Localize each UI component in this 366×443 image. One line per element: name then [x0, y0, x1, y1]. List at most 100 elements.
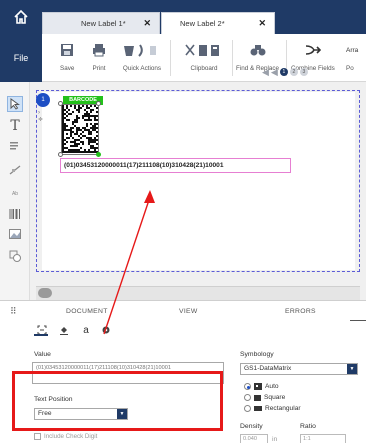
rich-text-tool[interactable]: Ab [7, 186, 23, 202]
selected-tool-indicator [34, 322, 48, 336]
barcode-object[interactable] [61, 104, 99, 155]
clipboard-icon [185, 44, 219, 56]
value-label: Value [34, 351, 51, 358]
shape-square-label: Square [264, 394, 286, 401]
tab-new-label-2[interactable]: New Label 2* ✕ [161, 12, 275, 34]
clipboard-button[interactable]: Clipboard [184, 38, 224, 72]
text-tool[interactable]: T [7, 118, 23, 134]
pointer-icon [10, 98, 20, 110]
save-label: Save [60, 65, 75, 72]
save-button[interactable]: Save [60, 38, 74, 72]
resize-handle[interactable] [96, 101, 101, 106]
density-unit: in [272, 436, 278, 443]
symbology-value: GS1-DataMatrix [244, 365, 292, 372]
ratio-select[interactable]: 1:1 [300, 434, 346, 443]
font-icon: a [83, 324, 89, 336]
shape-tool[interactable] [7, 248, 23, 264]
image-tool[interactable] [7, 226, 23, 242]
binoculars-icon [250, 45, 266, 56]
shape-auto-label: Auto [265, 383, 279, 390]
quick-actions-icon [124, 44, 156, 57]
radio-auto[interactable] [244, 383, 251, 390]
symbology-label: Symbology [240, 351, 274, 358]
barcode-tool[interactable] [7, 206, 23, 222]
print-label: Print [92, 65, 106, 72]
shape-auto-option[interactable]: Auto [244, 383, 279, 390]
page-2-dot[interactable]: 2 [289, 68, 298, 76]
datamatrix-rectangular-icon [254, 406, 262, 411]
first-page-icon[interactable]: ◀ [262, 67, 269, 78]
datamatrix-barcode [62, 105, 98, 153]
resize-handle[interactable] [58, 152, 63, 157]
save-icon [61, 44, 74, 56]
ribbon-divider [232, 40, 233, 76]
radio-rectangular[interactable] [244, 405, 251, 412]
home-icon [14, 9, 28, 24]
close-icon[interactable]: ✕ [258, 18, 266, 29]
page-1-dot[interactable]: 1 [279, 68, 288, 76]
data-source-button[interactable] [100, 324, 112, 336]
close-icon[interactable]: ✕ [143, 18, 151, 29]
shape-icon [9, 250, 21, 262]
ratio-label: Ratio [300, 423, 316, 430]
page-navigation: ◀ ◀ 1 2 3 [262, 66, 308, 78]
density-label: Density [240, 423, 263, 430]
shape-rectangular-option[interactable]: Rectangular [244, 405, 301, 412]
tab-document[interactable]: DOCUMENT [66, 308, 108, 315]
tab-indicator [350, 320, 366, 321]
arrange-label: Arra [346, 46, 359, 54]
home-button[interactable] [0, 0, 42, 34]
quick-actions-button[interactable]: Quick Actions [122, 38, 162, 72]
line-icon [9, 165, 21, 175]
resize-handle[interactable] [58, 101, 63, 106]
tool-palette: T Ab [0, 82, 30, 300]
annotation-highlight-box [12, 371, 223, 431]
resize-handle[interactable] [96, 152, 101, 157]
select-tool[interactable] [7, 96, 23, 112]
density-input[interactable]: 0.040 [240, 434, 268, 443]
panel-grip-icon[interactable]: ⠿ [10, 306, 17, 317]
page-3-dot[interactable]: 3 [299, 68, 308, 76]
ribbon-divider [170, 40, 171, 76]
tab-errors[interactable]: ERRORS [285, 308, 316, 315]
arrange-button[interactable]: Arra Po [346, 38, 359, 73]
chevron-down-icon: ▼ [347, 364, 357, 374]
datamatrix-auto-icon [254, 383, 262, 390]
tab-new-label-1[interactable]: New Label 1* ✕ [42, 12, 160, 34]
text-format-button[interactable]: a [80, 324, 92, 336]
canvas-horizontal-scrollbar[interactable] [36, 286, 360, 300]
position-label: Po [346, 65, 354, 72]
print-button[interactable]: Print [92, 38, 106, 72]
line-tool[interactable] [7, 162, 23, 178]
printer-icon [93, 44, 105, 57]
shape-square-option[interactable]: Square [244, 394, 285, 401]
file-button[interactable]: File [0, 34, 42, 82]
tab-label: New Label 1* [81, 19, 126, 28]
paint-bucket-icon [60, 327, 68, 335]
paragraph-icon [10, 142, 18, 150]
shape-rectangular-label: Rectangular [265, 405, 301, 412]
paragraph-tool[interactable] [7, 138, 23, 154]
text-icon: T [10, 118, 20, 134]
quick-actions-label: Quick Actions [122, 65, 162, 72]
fill-button[interactable] [58, 324, 70, 336]
previous-page-icon[interactable]: ◀ [271, 67, 278, 78]
radio-square[interactable] [244, 394, 251, 401]
object-order-control[interactable]: › ≑ [38, 110, 43, 123]
barcode-icon [9, 209, 20, 219]
image-icon [9, 229, 21, 239]
include-check-digit[interactable]: Include Check Digit [34, 433, 97, 440]
clipboard-label: Clipboard [190, 65, 218, 72]
datamatrix-square-icon [254, 394, 261, 401]
title-tab-bar: New Label 1* ✕ New Label 2* ✕ [0, 0, 366, 34]
symbology-select[interactable]: GS1-DataMatrix ▼ [240, 363, 358, 375]
include-check-digit-checkbox[interactable] [34, 433, 41, 440]
combine-arrow-icon [305, 45, 321, 55]
barcode-human-readable-text[interactable]: (01)03453120000011(17)211108(10)310428(2… [60, 158, 291, 173]
tab-view[interactable]: VIEW [179, 308, 198, 315]
include-check-digit-label: Include Check Digit [44, 433, 98, 440]
scroll-thumb[interactable] [38, 288, 52, 298]
rich-text-icon: Ab [11, 191, 19, 197]
label-number-badge: 1 [36, 93, 50, 107]
gear-icon [102, 326, 110, 334]
